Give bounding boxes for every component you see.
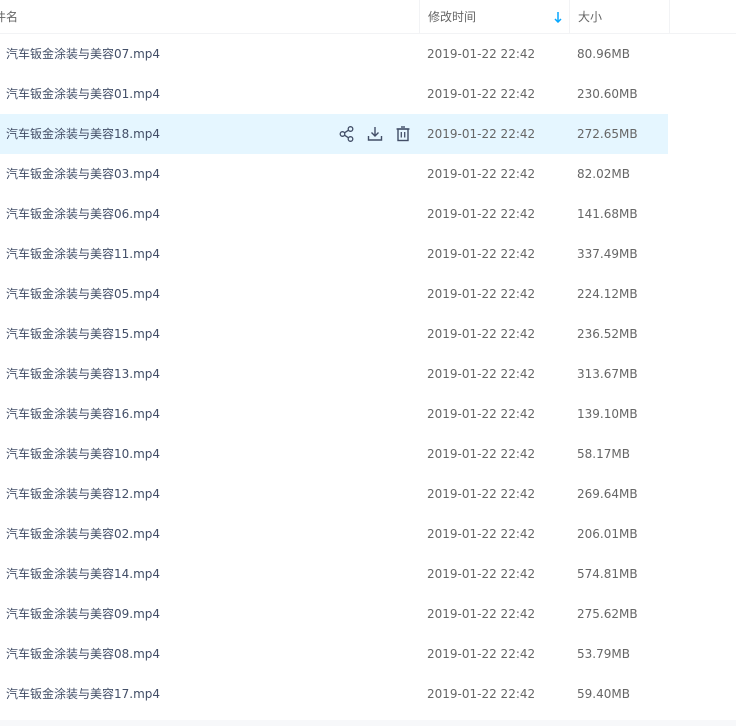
file-list: 汽车钣金涂装与美容07.mp4 2019-01-22 22:42 80.96MB 汽车… xyxy=(0,34,736,714)
trash-icon[interactable] xyxy=(394,125,412,143)
file-row[interactable]: 汽车钣金涂装与美容02.mp4 2019-01-22 22:42 206.01MB xyxy=(0,514,668,554)
file-modified-time: 2019-01-22 22:42 xyxy=(427,687,536,701)
file-size: 224.12MB xyxy=(577,287,638,301)
file-name[interactable]: 汽车钣金涂装与美容06.mp4 xyxy=(6,194,160,234)
file-modified-time: 2019-01-22 22:42 xyxy=(427,247,536,261)
file-modified-time: 2019-01-22 22:42 xyxy=(427,47,536,61)
file-name[interactable]: 汽车钣金涂装与美容10.mp4 xyxy=(6,434,160,474)
bottom-scroll-area xyxy=(0,720,736,726)
file-list-header: 件名 修改时间 大小 xyxy=(0,0,736,34)
column-header-name[interactable]: 件名 xyxy=(0,0,419,34)
file-size: 141.68MB xyxy=(577,207,638,221)
file-size: 272.65MB xyxy=(577,127,638,141)
file-name[interactable]: 汽车钣金涂装与美容12.mp4 xyxy=(6,474,160,514)
file-row[interactable]: 汽车钣金涂装与美容13.mp4 2019-01-22 22:42 313.67MB xyxy=(0,354,668,394)
file-size: 139.10MB xyxy=(577,407,638,421)
column-header-time-label: 修改时间 xyxy=(428,10,477,24)
file-name[interactable]: 汽车钣金涂装与美容07.mp4 xyxy=(6,34,160,74)
file-size: 313.67MB xyxy=(577,367,638,381)
file-row[interactable]: 汽车钣金涂装与美容01.mp4 2019-01-22 22:42 230.60MB xyxy=(0,74,668,114)
column-header-modified-time[interactable]: 修改时间 xyxy=(419,0,569,34)
file-size: 230.60MB xyxy=(577,87,638,101)
file-modified-time: 2019-01-22 22:42 xyxy=(427,167,536,181)
file-row[interactable]: 汽车钣金涂装与美容16.mp4 2019-01-22 22:42 139.10MB xyxy=(0,394,668,434)
column-header-spacer xyxy=(669,0,736,34)
file-modified-time: 2019-01-22 22:42 xyxy=(427,607,536,621)
file-row[interactable]: 汽车钣金涂装与美容17.mp4 2019-01-22 22:42 59.40MB xyxy=(0,674,668,714)
file-row[interactable]: 汽车钣金涂装与美容07.mp4 2019-01-22 22:42 80.96MB xyxy=(0,34,668,74)
file-name[interactable]: 汽车钣金涂装与美容18.mp4 xyxy=(6,114,160,154)
file-modified-time: 2019-01-22 22:42 xyxy=(427,207,536,221)
file-row[interactable]: 汽车钣金涂装与美容06.mp4 2019-01-22 22:42 141.68MB xyxy=(0,194,668,234)
file-row[interactable]: 汽车钣金涂装与美容11.mp4 2019-01-22 22:42 337.49MB xyxy=(0,234,668,274)
file-size: 275.62MB xyxy=(577,607,638,621)
file-row[interactable]: 汽车钣金涂装与美容14.mp4 2019-01-22 22:42 574.81MB xyxy=(0,554,668,594)
file-size: 206.01MB xyxy=(577,527,638,541)
column-header-size[interactable]: 大小 xyxy=(569,0,669,34)
file-size: 58.17MB xyxy=(577,447,630,461)
file-name[interactable]: 汽车钣金涂装与美容01.mp4 xyxy=(6,74,160,114)
file-size: 53.79MB xyxy=(577,647,630,661)
file-name[interactable]: 汽车钣金涂装与美容03.mp4 xyxy=(6,154,160,194)
file-modified-time: 2019-01-22 22:42 xyxy=(427,567,536,581)
file-size: 59.40MB xyxy=(577,687,630,701)
download-icon[interactable] xyxy=(366,125,384,143)
share-icon[interactable] xyxy=(338,125,356,143)
file-name[interactable]: 汽车钣金涂装与美容17.mp4 xyxy=(6,674,160,714)
file-name[interactable]: 汽车钣金涂装与美容11.mp4 xyxy=(6,234,160,274)
file-modified-time: 2019-01-22 22:42 xyxy=(427,87,536,101)
file-row[interactable]: 汽车钣金涂装与美容18.mp4 2019-01-22 22:42 272.65MB xyxy=(0,114,668,154)
file-row[interactable]: 汽车钣金涂装与美容15.mp4 2019-01-22 22:42 236.52MB xyxy=(0,314,668,354)
file-row[interactable]: 汽车钣金涂装与美容12.mp4 2019-01-22 22:42 269.64MB xyxy=(0,474,668,514)
file-name[interactable]: 汽车钣金涂装与美容15.mp4 xyxy=(6,314,160,354)
file-modified-time: 2019-01-22 22:42 xyxy=(427,287,536,301)
sort-down-arrow-icon[interactable] xyxy=(554,12,562,23)
file-modified-time: 2019-01-22 22:42 xyxy=(427,407,536,421)
file-name[interactable]: 汽车钣金涂装与美容09.mp4 xyxy=(6,594,160,634)
column-header-size-label: 大小 xyxy=(578,10,603,24)
file-modified-time: 2019-01-22 22:42 xyxy=(427,527,536,541)
file-name[interactable]: 汽车钣金涂装与美容02.mp4 xyxy=(6,514,160,554)
column-header-name-label: 件名 xyxy=(0,10,19,24)
file-size: 236.52MB xyxy=(577,327,638,341)
file-modified-time: 2019-01-22 22:42 xyxy=(427,487,536,501)
file-size: 80.96MB xyxy=(577,47,630,61)
file-row[interactable]: 汽车钣金涂装与美容05.mp4 2019-01-22 22:42 224.12MB xyxy=(0,274,668,314)
file-modified-time: 2019-01-22 22:42 xyxy=(427,447,536,461)
file-modified-time: 2019-01-22 22:42 xyxy=(427,367,536,381)
file-size: 337.49MB xyxy=(577,247,638,261)
file-size: 574.81MB xyxy=(577,567,638,581)
file-name[interactable]: 汽车钣金涂装与美容13.mp4 xyxy=(6,354,160,394)
file-name[interactable]: 汽车钣金涂装与美容05.mp4 xyxy=(6,274,160,314)
file-row[interactable]: 汽车钣金涂装与美容08.mp4 2019-01-22 22:42 53.79MB xyxy=(0,634,668,674)
file-row[interactable]: 汽车钣金涂装与美容09.mp4 2019-01-22 22:42 275.62MB xyxy=(0,594,668,634)
file-name[interactable]: 汽车钣金涂装与美容16.mp4 xyxy=(6,394,160,434)
file-modified-time: 2019-01-22 22:42 xyxy=(427,327,536,341)
file-name[interactable]: 汽车钣金涂装与美容08.mp4 xyxy=(6,634,160,674)
file-modified-time: 2019-01-22 22:42 xyxy=(427,647,536,661)
file-modified-time: 2019-01-22 22:42 xyxy=(427,127,536,141)
file-name[interactable]: 汽车钣金涂装与美容14.mp4 xyxy=(6,554,160,594)
file-row[interactable]: 汽车钣金涂装与美容03.mp4 2019-01-22 22:42 82.02MB xyxy=(0,154,668,194)
file-row[interactable]: 汽车钣金涂装与美容10.mp4 2019-01-22 22:42 58.17MB xyxy=(0,434,668,474)
file-size: 82.02MB xyxy=(577,167,630,181)
file-size: 269.64MB xyxy=(577,487,638,501)
